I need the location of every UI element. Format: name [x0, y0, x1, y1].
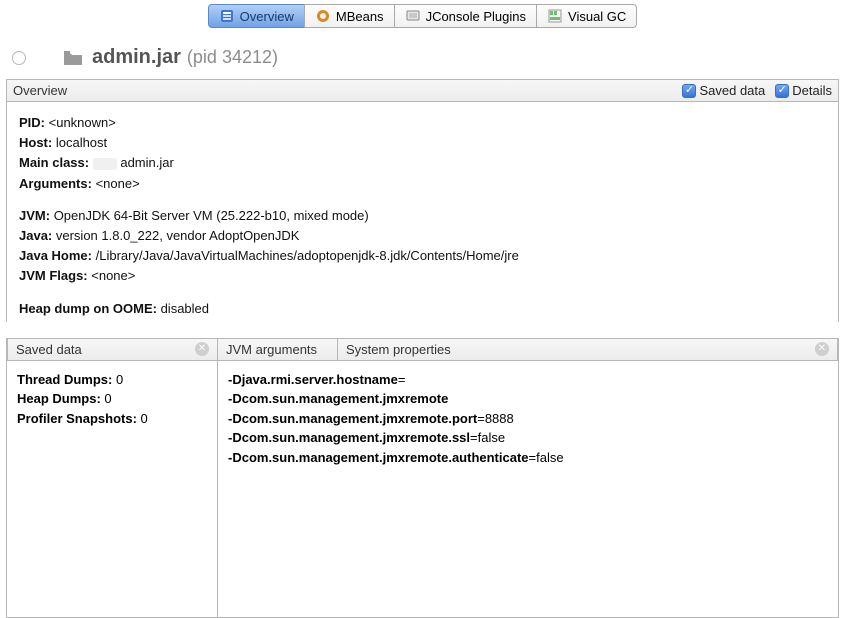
arguments-panel: JVM arguments System properties ✕ -Djava…: [217, 338, 838, 617]
jvm-arg-sep: =: [398, 372, 406, 387]
mbeans-icon: [315, 8, 331, 24]
tab-label: JConsole Plugins: [426, 9, 526, 24]
heap-dumps-value: 0: [104, 391, 111, 406]
saved-data-header: Saved data ✕: [7, 338, 217, 361]
java-value: version 1.8.0_222, vendor AdoptOpenJDK: [56, 228, 300, 243]
jvm-arg-key: -Dcom.sun.management.jmxremote.authentic…: [228, 450, 529, 465]
pid-label: PID:: [19, 115, 45, 130]
jvm-arg-key: -Dcom.sun.management.jmxremote.port: [228, 411, 477, 426]
close-icon[interactable]: [12, 51, 26, 65]
jvm-arg-sep: =: [529, 450, 537, 465]
saved-data-title: Saved data: [16, 342, 82, 357]
jvm-arg-value: false: [536, 450, 563, 465]
top-tab-bar: Overview MBeans JConsole Plugins Visual …: [0, 0, 845, 28]
jvm-arg-key: -Djava.rmi.server.hostname: [228, 372, 398, 387]
jvm-arg-sep: =: [477, 411, 485, 426]
oome-value: disabled: [161, 301, 209, 316]
overview-section-header: Overview ✓ Saved data ✓ Details: [6, 79, 839, 102]
jvm-label: JVM:: [19, 208, 50, 223]
visualgc-icon: [547, 8, 563, 24]
host-label: Host:: [19, 135, 52, 150]
jvm-value: OpenJDK 64-Bit Server VM (25.222-b10, mi…: [54, 208, 369, 223]
saved-data-label: Saved data: [699, 83, 765, 98]
jvm-arg-value: 8888: [485, 411, 514, 426]
application-icon: [62, 47, 84, 69]
profiler-snapshots-label: Profiler Snapshots:: [17, 411, 137, 426]
java-label: Java:: [19, 228, 52, 243]
sub-panels: Saved data ✕ Thread Dumps: 0 Heap Dumps:…: [6, 338, 839, 618]
saved-data-toggle[interactable]: ✓ Saved data: [682, 83, 765, 98]
jvmflags-label: JVM Flags:: [19, 268, 88, 283]
jvmflags-value: <none>: [91, 268, 135, 283]
page-subtitle-pid: (pid 34212): [187, 47, 278, 68]
jvm-arg-key: -Dcom.sun.management.jmxremote: [228, 391, 448, 406]
clear-icon[interactable]: ✕: [195, 342, 209, 356]
jvm-arg-sep: =: [470, 430, 478, 445]
header-row: admin.jar (pid 34212): [0, 28, 845, 79]
checkbox-checked-icon: ✓: [682, 84, 696, 98]
heap-dumps-label: Heap Dumps:: [17, 391, 101, 406]
details-label: Details: [792, 83, 832, 98]
jvm-arguments-label: JVM arguments: [226, 342, 317, 357]
tab-label: Overview: [240, 9, 294, 24]
system-properties-tab[interactable]: System properties ✕: [337, 338, 838, 361]
checkbox-checked-icon: ✓: [775, 84, 789, 98]
oome-label: Heap dump on OOME:: [19, 301, 157, 316]
profiler-snapshots-value: 0: [141, 411, 148, 426]
overview-icon: [219, 8, 235, 24]
jvm-arguments-tab[interactable]: JVM arguments: [217, 338, 337, 361]
saved-data-panel: Saved data ✕ Thread Dumps: 0 Heap Dumps:…: [7, 338, 217, 617]
clear-icon[interactable]: ✕: [815, 342, 829, 356]
tab-mbeans[interactable]: MBeans: [304, 4, 395, 28]
overview-title: Overview: [13, 83, 672, 98]
jvm-arguments-body: -Djava.rmi.server.hostname= -Dcom.sun.ma…: [217, 361, 838, 617]
mainclass-label: Main class:: [19, 155, 89, 170]
jvm-arg-key: -Dcom.sun.management.jmxremote.ssl: [228, 430, 470, 445]
thread-dumps-value: 0: [116, 372, 123, 387]
tab-visual-gc[interactable]: Visual GC: [536, 4, 637, 28]
system-properties-label: System properties: [346, 342, 451, 357]
javahome-label: Java Home:: [19, 248, 92, 263]
page-title: admin.jar: [92, 46, 181, 69]
mainclass-value: admin.jar: [120, 155, 173, 170]
pid-value: <unknown>: [49, 115, 116, 130]
redacted-block: [93, 158, 117, 170]
details-panel: PID: <unknown> Host: localhost Main clas…: [6, 102, 839, 322]
jvm-arg-value: false: [478, 430, 505, 445]
arguments-label: Arguments:: [19, 176, 92, 191]
thread-dumps-label: Thread Dumps:: [17, 372, 112, 387]
arguments-value: <none>: [96, 176, 140, 191]
tab-overview[interactable]: Overview: [208, 4, 305, 28]
tab-jconsole-plugins[interactable]: JConsole Plugins: [394, 4, 537, 28]
jconsole-icon: [405, 8, 421, 24]
host-value: localhost: [56, 135, 107, 150]
details-toggle[interactable]: ✓ Details: [775, 83, 832, 98]
tab-label: MBeans: [336, 9, 384, 24]
saved-data-body: Thread Dumps: 0 Heap Dumps: 0 Profiler S…: [7, 361, 217, 617]
tab-label: Visual GC: [568, 9, 626, 24]
javahome-value: /Library/Java/JavaVirtualMachines/adopto…: [96, 248, 519, 263]
